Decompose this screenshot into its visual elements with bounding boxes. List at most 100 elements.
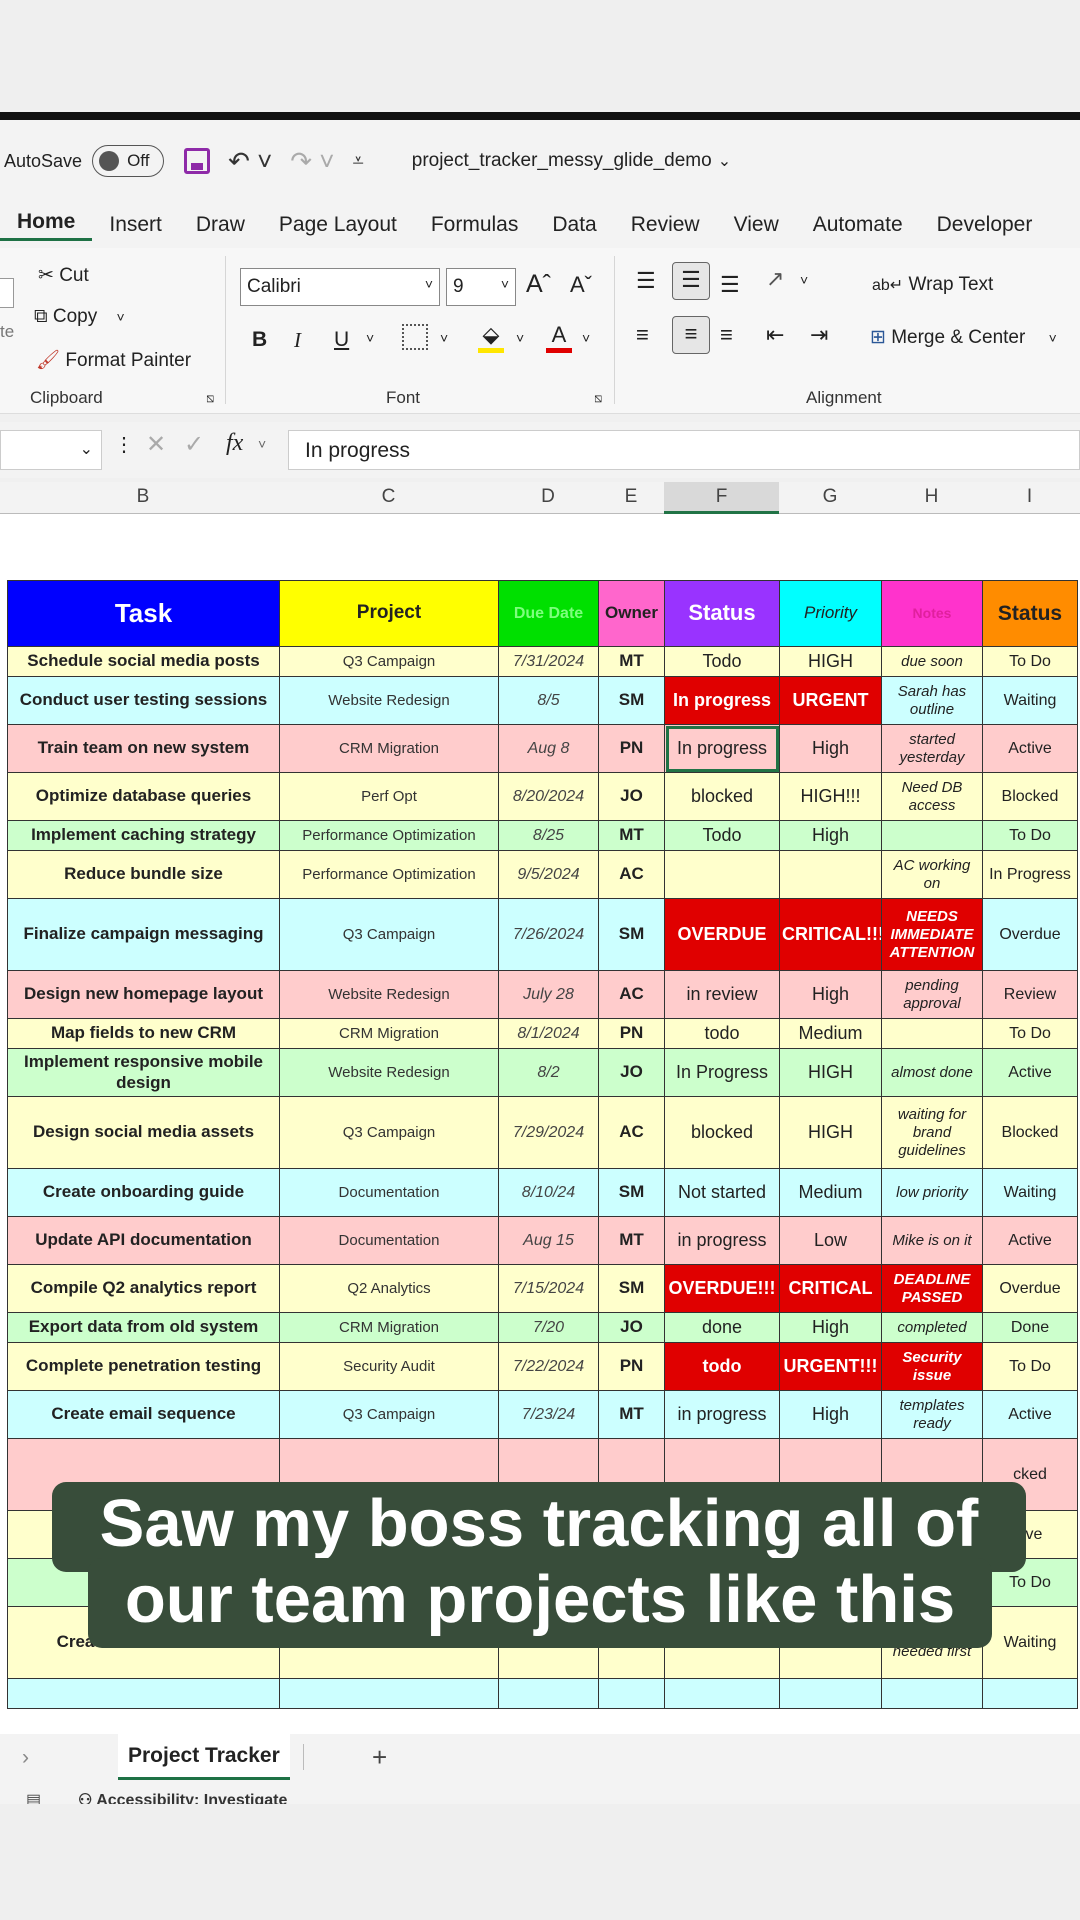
sheet-view-icon[interactable]: ▤ — [26, 1790, 41, 1804]
increase-indent-icon[interactable]: ⇥ — [810, 322, 828, 348]
cell-due[interactable]: 7/20 — [498, 1312, 599, 1343]
header-project[interactable]: Project — [279, 580, 499, 647]
undo-icon[interactable]: ↶ ˅ — [228, 146, 272, 177]
cell-status[interactable] — [664, 1678, 780, 1709]
cell-due[interactable]: 8/25 — [498, 820, 599, 851]
cell-priority[interactable]: Medium — [779, 1168, 882, 1217]
formula-input[interactable]: In progress — [288, 430, 1080, 470]
cell-priority[interactable]: HIGH — [779, 646, 882, 677]
cell-priority[interactable]: CRITICAL!!! — [779, 898, 882, 971]
tab-data[interactable]: Data — [535, 213, 613, 237]
cell-status[interactable]: OVERDUE — [664, 898, 780, 971]
cell-project[interactable]: Q3 Campaign — [279, 1390, 499, 1439]
cell-priority[interactable]: HIGH — [779, 1048, 882, 1097]
cell-status[interactable]: todo — [664, 1342, 780, 1391]
cell-status[interactable]: blocked — [664, 1096, 780, 1169]
cell-priority[interactable]: HIGH — [779, 1096, 882, 1169]
cell-status2[interactable]: Waiting — [982, 676, 1078, 725]
cell-status[interactable]: todo — [664, 1018, 780, 1049]
borders-icon[interactable] — [402, 324, 428, 350]
chevron-down-icon[interactable]: ˅ — [440, 330, 448, 346]
cell-task[interactable]: Implement caching strategy — [7, 820, 280, 851]
tab-page-layout[interactable]: Page Layout — [262, 213, 414, 237]
italic-button[interactable]: I — [294, 328, 301, 353]
save-icon[interactable] — [184, 148, 211, 174]
cell-due[interactable]: 8/2 — [498, 1048, 599, 1097]
cell-owner[interactable]: JO — [598, 1312, 665, 1343]
cell-project[interactable]: Performance Optimization — [279, 850, 499, 899]
scroll-tabs-icon[interactable]: › — [22, 1746, 29, 1770]
column-header-b[interactable]: B — [7, 486, 279, 508]
cell-priority[interactable] — [779, 1678, 882, 1709]
header-owner[interactable]: Owner — [598, 580, 665, 647]
cell-due[interactable] — [498, 1678, 599, 1709]
cell-notes[interactable]: almost done — [881, 1048, 983, 1097]
cell-due[interactable]: 7/31/2024 — [498, 646, 599, 677]
cell-task[interactable]: Create onboarding guide — [7, 1168, 280, 1217]
cell-project[interactable]: Q3 Campaign — [279, 898, 499, 971]
cell-due[interactable]: 8/5 — [498, 676, 599, 725]
cell-project[interactable]: Website Redesign — [279, 676, 499, 725]
cell-notes[interactable]: started yesterday — [881, 724, 983, 773]
cell-task[interactable]: Train team on new system — [7, 724, 280, 773]
font-size-select[interactable]: 9 ˅ — [446, 268, 516, 306]
cell-owner[interactable]: MT — [598, 1216, 665, 1265]
chevron-down-icon[interactable]: ˅ — [258, 436, 266, 452]
font-color-icon[interactable]: A — [546, 322, 572, 353]
dialog-launcher-icon[interactable]: ⧅ — [594, 390, 602, 406]
cell-notes[interactable]: templates ready — [881, 1390, 983, 1439]
cell-notes[interactable]: DEADLINE PASSED — [881, 1264, 983, 1313]
cell-owner[interactable]: MT — [598, 1390, 665, 1439]
cell-project[interactable]: Security Audit — [279, 1342, 499, 1391]
cell-priority[interactable] — [779, 850, 882, 899]
cell-status[interactable]: OVERDUE!!! — [664, 1264, 780, 1313]
cell-task[interactable]: Design social media assets — [7, 1096, 280, 1169]
cell-project[interactable]: CRM Migration — [279, 1312, 499, 1343]
sheet-grid[interactable]: Task Project Due Date Owner Status Prior… — [0, 514, 1080, 1734]
cell-notes[interactable]: pending approval — [881, 970, 983, 1019]
cell-owner[interactable]: AC — [598, 970, 665, 1019]
cell-due[interactable]: Aug 8 — [498, 724, 599, 773]
cell-due[interactable]: 9/5/2024 — [498, 850, 599, 899]
header-priority[interactable]: Priority — [779, 580, 882, 647]
cell-task[interactable]: Optimize database queries — [7, 772, 280, 821]
align-center-icon[interactable]: ≡ — [672, 316, 710, 354]
cell-due[interactable]: 7/22/2024 — [498, 1342, 599, 1391]
cell-status2[interactable]: Overdue — [982, 898, 1078, 971]
cell-task[interactable]: Schedule social media posts — [7, 646, 280, 677]
cell-priority[interactable]: CRITICAL — [779, 1264, 882, 1313]
cell-project[interactable]: CRM Migration — [279, 724, 499, 773]
chevron-down-icon[interactable]: ˅ — [800, 272, 808, 288]
cell-notes[interactable]: due soon — [881, 646, 983, 677]
increase-font-icon[interactable]: Aˆ — [526, 270, 551, 299]
tab-automate[interactable]: Automate — [796, 213, 920, 237]
cell-status2[interactable] — [982, 1678, 1078, 1709]
chevron-down-icon[interactable]: ˅ — [582, 330, 590, 346]
align-left-icon[interactable]: ≡ — [636, 322, 649, 348]
cell-notes[interactable]: waiting for brand guidelines — [881, 1096, 983, 1169]
paste-icon[interactable] — [0, 278, 14, 308]
cell-due[interactable]: 7/26/2024 — [498, 898, 599, 971]
merge-center-button[interactable]: ⊞ Merge & Center ˅ — [870, 326, 1057, 349]
cell-owner[interactable]: PN — [598, 1342, 665, 1391]
cell-notes[interactable]: Mike is on it — [881, 1216, 983, 1265]
cell-project[interactable]: Website Redesign — [279, 970, 499, 1019]
header-status-2[interactable]: Status — [982, 580, 1078, 647]
align-top-icon[interactable]: ☰ — [636, 268, 656, 294]
bold-button[interactable]: B — [252, 328, 267, 352]
function-icon[interactable]: fx — [226, 430, 243, 457]
tab-review[interactable]: Review — [614, 213, 717, 237]
cell-due[interactable]: 8/1/2024 — [498, 1018, 599, 1049]
column-header-i[interactable]: I — [982, 486, 1077, 508]
cell-project[interactable]: Q3 Campaign — [279, 646, 499, 677]
name-box[interactable]: ⌄ — [0, 430, 102, 470]
cell-notes[interactable]: AC working on — [881, 850, 983, 899]
cell-status2[interactable]: Done — [982, 1312, 1078, 1343]
cell-status[interactable]: in review — [664, 970, 780, 1019]
cell-owner[interactable]: AC — [598, 1096, 665, 1169]
chevron-down-icon[interactable]: ⌄ — [718, 151, 731, 171]
chevron-down-icon[interactable]: ˅ — [516, 330, 524, 346]
cell-due[interactable]: July 28 — [498, 970, 599, 1019]
cell-due[interactable]: 7/29/2024 — [498, 1096, 599, 1169]
cell-owner[interactable]: SM — [598, 676, 665, 725]
